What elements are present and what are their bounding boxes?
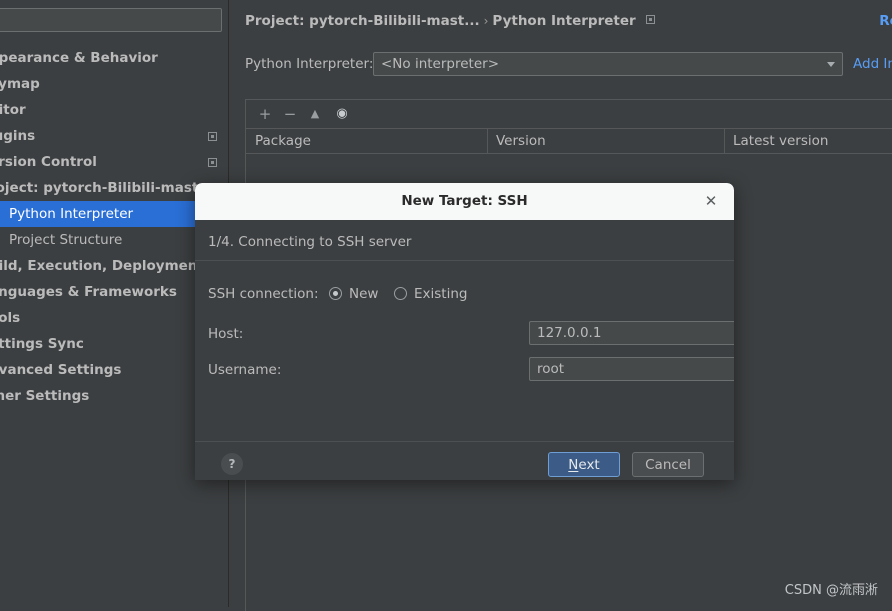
python-interpreter-value: <No interpreter> xyxy=(381,56,500,72)
sidebar-item[interactable]: ditor xyxy=(0,97,229,123)
sidebar-item-label: ppearance & Behavior xyxy=(0,50,158,66)
radio-dot-icon xyxy=(394,287,407,300)
username-label: Username: xyxy=(208,362,282,378)
up-arrow-icon[interactable]: ▲ xyxy=(304,100,326,128)
radio-new[interactable]: New xyxy=(329,283,378,305)
python-interpreter-select[interactable]: <No interpreter> xyxy=(373,52,843,76)
sidebar-item-label: uild, Execution, Deploymen xyxy=(0,258,198,274)
expand-collapse-icon[interactable] xyxy=(208,158,217,167)
sidebar-item-label: roject: pytorch-Bilibili-mast xyxy=(0,180,199,196)
dialog-title: New Target: SSH xyxy=(401,193,528,209)
column-header-package[interactable]: Package xyxy=(255,129,311,153)
username-input[interactable]: root xyxy=(529,357,734,381)
new-target-ssh-dialog: New Target: SSH ✕ 1/4. Connecting to SSH… xyxy=(195,183,734,480)
cancel-button[interactable]: Cancel xyxy=(632,452,704,477)
breadcrumb: Project: pytorch-Bilibili-mast... › Python… xyxy=(245,13,655,29)
dialog-body: SSH connection: New Existing Host: 127.0… xyxy=(195,261,734,441)
sidebar-item-label: ettings Sync xyxy=(0,336,84,352)
sidebar-item-label: Project Structure xyxy=(9,232,123,248)
sidebar-item-label: ditor xyxy=(0,102,26,118)
python-interpreter-label: Python Interpreter: xyxy=(245,56,374,72)
minus-icon[interactable]: − xyxy=(279,100,301,128)
ssh-connection-label: SSH connection: xyxy=(208,286,319,302)
packages-table-header: Package Version Latest version xyxy=(246,129,892,154)
reset-link[interactable]: Rese xyxy=(879,13,892,29)
host-label: Host: xyxy=(208,326,244,342)
sidebar-item-label: ther Settings xyxy=(0,388,90,404)
column-divider[interactable] xyxy=(487,129,488,153)
settings-search-input[interactable] xyxy=(0,8,222,32)
host-value: 127.0.0.1 xyxy=(537,325,602,341)
breadcrumb-page: Python Interpreter xyxy=(492,13,636,29)
radio-existing[interactable]: Existing xyxy=(394,283,467,305)
next-mnemonic: N xyxy=(568,457,579,473)
radio-dot-icon xyxy=(329,287,342,300)
sidebar-item-label: eymap xyxy=(0,76,40,92)
next-button[interactable]: Next xyxy=(548,452,620,477)
breadcrumb-expand-icon[interactable] xyxy=(645,15,655,24)
radio-new-label: New xyxy=(349,286,379,302)
sidebar-item[interactable]: eymap xyxy=(0,71,229,97)
dialog-step-header: 1/4. Connecting to SSH server xyxy=(195,220,734,261)
sidebar-item[interactable]: ppearance & Behavior xyxy=(0,45,229,71)
eye-icon[interactable]: ◉ xyxy=(331,100,353,128)
chevron-down-icon xyxy=(827,62,835,67)
add-interpreter-link[interactable]: Add Inte xyxy=(853,52,892,76)
close-icon[interactable]: ✕ xyxy=(700,183,722,220)
column-header-version[interactable]: Version xyxy=(496,129,546,153)
breadcrumb-separator: › xyxy=(483,14,489,28)
dialog-titlebar: New Target: SSH ✕ xyxy=(195,183,734,220)
dialog-footer: ? Next Cancel xyxy=(195,441,734,480)
sidebar-item[interactable]: lugins xyxy=(0,123,229,149)
sidebar-item-label: lugins xyxy=(0,128,36,144)
dialog-step-text: 1/4. Connecting to SSH server xyxy=(208,234,412,250)
column-header-latest-version[interactable]: Latest version xyxy=(733,129,828,153)
python-interpreter-row: Python Interpreter: <No interpreter> Add… xyxy=(245,52,892,76)
username-value: root xyxy=(537,361,565,377)
packages-toolbar: + − ▲ ◉ xyxy=(246,100,892,129)
sidebar-item-label: dvanced Settings xyxy=(0,362,122,378)
plus-icon[interactable]: + xyxy=(254,100,276,128)
sidebar-item-label: Python Interpreter xyxy=(9,206,134,222)
breadcrumb-project[interactable]: Project: pytorch-Bilibili-mast... xyxy=(245,13,480,29)
sidebar-item[interactable]: ersion Control xyxy=(0,149,229,175)
help-button[interactable]: ? xyxy=(221,453,243,475)
sidebar-item-label: anguages & Frameworks xyxy=(0,284,177,300)
next-label-rest: ext xyxy=(578,457,600,473)
radio-existing-label: Existing xyxy=(414,286,468,302)
host-input[interactable]: 127.0.0.1 xyxy=(529,321,734,345)
column-divider[interactable] xyxy=(724,129,725,153)
sidebar-item-label: ersion Control xyxy=(0,154,97,170)
expand-collapse-icon[interactable] xyxy=(208,132,217,141)
sidebar-item-label: ools xyxy=(0,310,21,326)
watermark: CSDN @流雨淅 xyxy=(784,583,878,598)
